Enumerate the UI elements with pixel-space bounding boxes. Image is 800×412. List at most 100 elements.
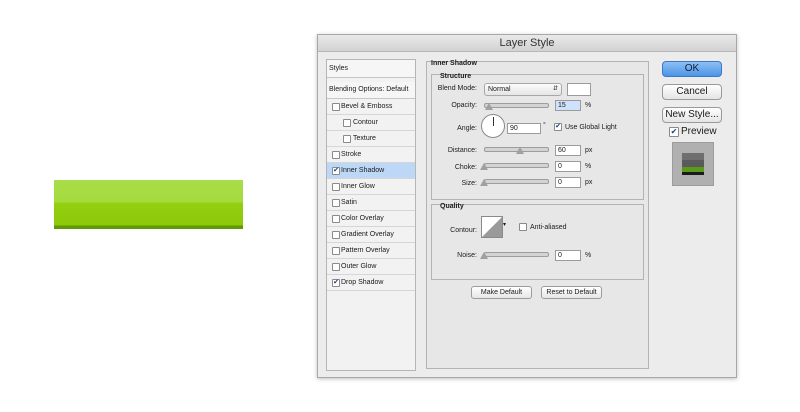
contour-curve-icon	[482, 217, 502, 237]
style-item-checkbox[interactable]	[332, 103, 340, 111]
style-item[interactable]: ✔ Drop Shadow	[327, 275, 415, 291]
style-item-label: Outer Glow	[341, 263, 377, 270]
style-item-label: Bevel & Emboss	[341, 103, 393, 110]
use-global-light-checkbox[interactable]: ✔	[554, 123, 562, 131]
cancel-button[interactable]: Cancel	[662, 84, 722, 100]
style-item-checkbox[interactable]	[332, 183, 340, 191]
noise-unit: %	[585, 252, 592, 259]
style-item[interactable]: Satin	[327, 195, 415, 211]
select-arrows-icon: ⇵	[552, 86, 558, 92]
contour-dropdown-arrow-icon[interactable]: ▾	[503, 221, 506, 228]
style-item-checkbox[interactable]	[343, 119, 351, 127]
style-item[interactable]: Bevel & Emboss	[327, 99, 415, 115]
opacity-label: Opacity:	[451, 102, 477, 109]
style-item-checkbox[interactable]	[332, 231, 340, 239]
blend-mode-select[interactable]: Normal ⇵	[484, 83, 562, 96]
quality-title: Quality	[440, 203, 464, 210]
choke-label: Choke:	[454, 164, 477, 171]
distance-unit: px	[585, 147, 593, 154]
style-item-label: Gradient Overlay	[341, 231, 394, 238]
size-label: Size:	[461, 180, 477, 187]
quality-group: Quality Contour: ▾ Anti-aliased Noise: 0…	[431, 203, 644, 280]
style-item[interactable]: Pattern Overlay	[327, 243, 415, 259]
opacity-slider[interactable]	[484, 103, 549, 108]
distance-label: Distance:	[447, 147, 477, 154]
angle-dial[interactable]	[481, 114, 505, 138]
style-item-checkbox[interactable]: ✔	[332, 279, 340, 287]
preview-label: Preview	[681, 126, 717, 137]
angle-dial-needle	[493, 117, 494, 126]
style-item-label: Inner Glow	[341, 183, 375, 190]
angle-label: Angle:	[457, 125, 477, 132]
choke-slider[interactable]	[484, 163, 549, 168]
opacity-slider-thumb[interactable]	[485, 103, 493, 110]
anti-aliased-label: Anti-aliased	[530, 224, 567, 231]
contour-label: Contour:	[450, 227, 477, 234]
dialog-title: Layer Style	[318, 35, 736, 52]
style-item-checkbox[interactable]	[332, 199, 340, 207]
noise-slider-thumb[interactable]	[480, 252, 488, 259]
layer-style-dialog: Layer Style Styles Blending Options: Def…	[317, 34, 737, 378]
style-item-label: Stroke	[341, 151, 362, 158]
style-item[interactable]: ✔ Inner Shadow	[327, 163, 415, 179]
new-style-button[interactable]: New Style...	[662, 107, 722, 123]
opacity-input[interactable]: 15	[555, 100, 581, 111]
style-item-checkbox[interactable]	[343, 135, 351, 143]
opacity-unit: %	[585, 102, 592, 109]
style-item-checkbox[interactable]: ✔	[332, 167, 340, 175]
blend-mode-value: Normal	[488, 86, 511, 93]
angle-unit: °	[543, 122, 546, 129]
style-item-checkbox[interactable]	[332, 247, 340, 255]
size-input[interactable]: 0	[555, 177, 581, 188]
style-item-label: Drop Shadow	[341, 279, 384, 286]
style-item-label: Pattern Overlay	[341, 247, 390, 254]
size-slider[interactable]	[484, 179, 549, 184]
contour-picker[interactable]	[481, 216, 503, 238]
choke-input[interactable]: 0	[555, 161, 581, 172]
inner-shadow-title: Inner Shadow	[431, 60, 477, 67]
style-item[interactable]: Stroke	[327, 147, 415, 163]
style-item-label: Contour	[353, 119, 378, 126]
preview-swatch	[682, 153, 704, 175]
size-slider-thumb[interactable]	[480, 179, 488, 186]
ok-button[interactable]: OK	[662, 61, 722, 77]
style-item-checkbox[interactable]	[332, 215, 340, 223]
style-item[interactable]: Outer Glow	[327, 259, 415, 275]
choke-unit: %	[585, 163, 592, 170]
style-item-label: Satin	[341, 199, 357, 206]
make-default-button[interactable]: Make Default	[471, 286, 532, 299]
style-item[interactable]: Color Overlay	[327, 211, 415, 227]
style-item[interactable]: Texture	[327, 131, 415, 147]
noise-label: Noise:	[457, 252, 477, 259]
structure-group: Structure Blend Mode: Normal ⇵ Opacity: …	[431, 73, 644, 200]
noise-input[interactable]: 0	[555, 250, 581, 261]
choke-slider-thumb[interactable]	[480, 163, 488, 170]
shadow-color-swatch[interactable]	[567, 83, 591, 96]
style-item-label: Texture	[353, 135, 376, 142]
blend-mode-label: Blend Mode:	[437, 85, 477, 92]
angle-input[interactable]: 90	[507, 123, 541, 134]
style-item-checkbox[interactable]	[332, 151, 340, 159]
anti-aliased-checkbox[interactable]	[519, 223, 527, 231]
style-list: Bevel & Emboss Contour Texture Stroke ✔ Inner…	[327, 99, 415, 291]
reset-default-button[interactable]: Reset to Default	[541, 286, 602, 299]
styles-panel: Styles Blending Options: Default Bevel &…	[326, 59, 416, 371]
distance-slider-thumb[interactable]	[516, 147, 524, 154]
style-item[interactable]: Inner Glow	[327, 179, 415, 195]
blending-options[interactable]: Blending Options: Default	[327, 82, 415, 99]
styles-header[interactable]: Styles	[327, 60, 415, 78]
preview-thumbnail	[672, 142, 714, 186]
size-unit: px	[585, 179, 593, 186]
distance-input[interactable]: 60	[555, 145, 581, 156]
preview-checkbox[interactable]: ✔	[669, 127, 679, 137]
structure-title: Structure	[440, 73, 472, 80]
use-global-light-label: Use Global Light	[565, 124, 617, 131]
style-item-checkbox[interactable]	[332, 263, 340, 271]
style-item-label: Color Overlay	[341, 215, 384, 222]
green-button-preview	[54, 180, 243, 229]
style-item-label: Inner Shadow	[341, 167, 385, 174]
style-item[interactable]: Gradient Overlay	[327, 227, 415, 243]
noise-slider[interactable]	[484, 252, 549, 257]
style-item[interactable]: Contour	[327, 115, 415, 131]
inner-shadow-group: Inner Shadow Structure Blend Mode: Norma…	[426, 60, 649, 369]
